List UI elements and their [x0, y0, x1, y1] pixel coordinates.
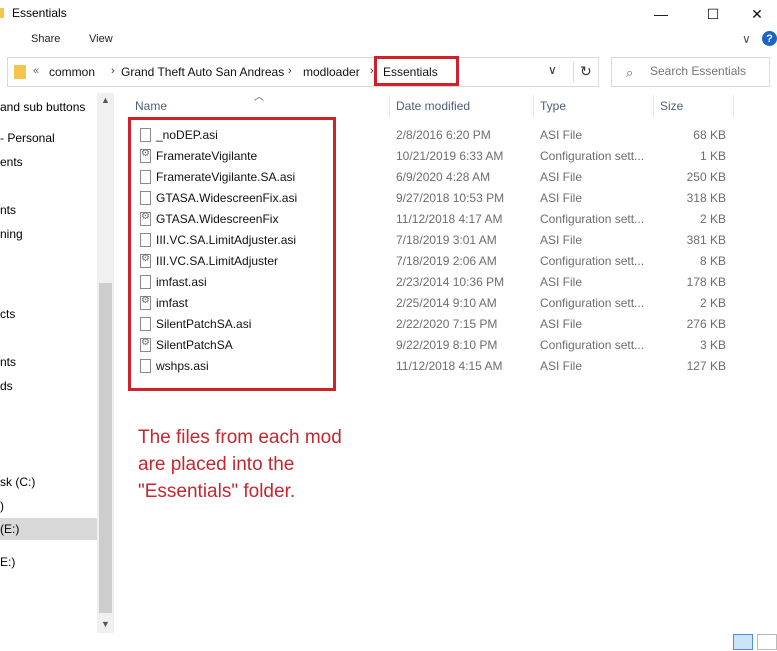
file-type: Configuration sett... [540, 254, 645, 268]
column-divider[interactable] [733, 95, 734, 117]
refresh-icon[interactable]: ↻ [580, 63, 592, 80]
file-type: ASI File [540, 317, 583, 331]
file-size: 250 KB [686, 170, 726, 184]
file-date: 2/22/2020 7:15 PM [396, 317, 498, 331]
nav-item[interactable]: nts [0, 199, 97, 221]
file-date: 11/12/2018 4:15 AM [396, 359, 503, 373]
breadcrumb-separator[interactable]: › [288, 65, 292, 77]
divider [573, 62, 574, 82]
file-type: Configuration sett... [540, 212, 645, 226]
file-type: ASI File [540, 233, 583, 247]
maximize-button[interactable]: ☐ [690, 0, 736, 28]
sort-ascending-icon: ︿ [254, 92, 264, 103]
file-size: 8 KB [699, 254, 726, 268]
annotation-line: "Essentials" folder. [138, 481, 296, 502]
highlight-box-breadcrumb [374, 56, 459, 86]
column-divider[interactable] [533, 95, 534, 117]
scroll-down-icon[interactable]: ▼ [101, 619, 110, 629]
nav-item[interactable]: and sub buttons [0, 96, 97, 118]
minimize-button[interactable]: — [638, 0, 684, 28]
nav-item[interactable]: ds [0, 375, 97, 397]
column-header-date[interactable]: Date modified [396, 99, 470, 113]
file-size: 3 KB [699, 338, 726, 352]
nav-item[interactable]: cts [0, 303, 97, 325]
file-date: 9/27/2018 10:53 PM [396, 191, 505, 205]
file-date: 9/22/2019 8:10 PM [396, 338, 498, 352]
chevron-down-icon[interactable]: ∨ [742, 32, 751, 46]
file-size: 381 KB [686, 233, 726, 247]
column-divider[interactable] [389, 95, 390, 117]
column-header-name[interactable]: Name [135, 99, 167, 113]
nav-item[interactable]: ) [0, 495, 97, 517]
file-date: 10/21/2019 6:33 AM [396, 149, 504, 163]
address-bar[interactable]: « common › Grand Theft Auto San Andreas … [7, 57, 599, 87]
file-size: 1 KB [699, 149, 726, 163]
search-icon: ⌕ [626, 65, 634, 80]
column-header-type[interactable]: Type [540, 99, 566, 113]
scroll-up-icon[interactable]: ▲ [101, 95, 110, 105]
tab-view[interactable]: View [89, 33, 113, 45]
nav-item[interactable]: ning [0, 223, 97, 245]
file-date: 6/9/2020 4:28 AM [396, 170, 491, 184]
file-type: Configuration sett... [540, 149, 645, 163]
view-switcher [733, 633, 777, 651]
breadcrumb-overflow[interactable]: « [33, 65, 39, 77]
file-date: 11/12/2018 4:17 AM [396, 212, 503, 226]
folder-icon [0, 8, 4, 18]
column-header-size[interactable]: Size [660, 99, 683, 113]
details-view-icon[interactable] [733, 634, 753, 650]
close-button[interactable]: ✕ [734, 0, 777, 28]
nav-item[interactable]: - Personal [0, 127, 97, 149]
file-date: 2/25/2014 9:10 AM [396, 296, 497, 310]
file-date: 7/18/2019 2:06 AM [396, 254, 497, 268]
file-type: ASI File [540, 128, 583, 142]
column-divider[interactable] [653, 95, 654, 117]
annotation-text: The files from each mod are placed into … [138, 424, 398, 505]
scrollbar-thumb[interactable] [99, 283, 112, 613]
nav-item[interactable]: ents [0, 151, 97, 173]
search-box[interactable]: ⌕ [611, 57, 770, 87]
file-type: Configuration sett... [540, 296, 645, 310]
breadcrumb-gtasa[interactable]: Grand Theft Auto San Andreas [121, 65, 284, 79]
folder-icon [14, 65, 26, 79]
nav-item[interactable]: E:) [0, 551, 97, 573]
chevron-down-icon[interactable]: ∨ [548, 63, 557, 77]
file-size: 2 KB [699, 212, 726, 226]
nav-item-drive-e[interactable]: (E:) [0, 518, 97, 540]
help-icon[interactable]: ? [762, 31, 777, 46]
annotation-line: The files from each mod [138, 427, 342, 448]
file-date: 7/18/2019 3:01 AM [396, 233, 497, 247]
tab-share[interactable]: Share [31, 33, 60, 45]
highlight-box-files [128, 117, 336, 391]
file-size: 68 KB [693, 128, 726, 142]
navigation-scrollbar[interactable]: ▲ ▼ [97, 93, 114, 633]
file-type: ASI File [540, 191, 583, 205]
file-date: 2/8/2016 6:20 PM [396, 128, 491, 142]
breadcrumb-common[interactable]: common [49, 65, 95, 79]
title-bar: Essentials — ☐ ✕ [0, 0, 777, 28]
navigation-pane: and sub buttons - Personal ents nts ning… [0, 93, 97, 633]
file-date: 2/23/2014 10:36 PM [396, 275, 505, 289]
ribbon-tabs: Share View ∨ [0, 28, 777, 52]
large-icons-view-icon[interactable] [757, 634, 777, 650]
file-size: 318 KB [686, 191, 726, 205]
search-input[interactable] [650, 64, 765, 78]
nav-item[interactable]: nts [0, 351, 97, 373]
file-type: Configuration sett... [540, 338, 645, 352]
window-title: Essentials [12, 6, 67, 20]
file-size: 178 KB [686, 275, 726, 289]
file-size: 127 KB [686, 359, 726, 373]
file-size: 2 KB [699, 296, 726, 310]
file-size: 276 KB [686, 317, 726, 331]
breadcrumb-modloader[interactable]: modloader [303, 65, 360, 79]
file-type: ASI File [540, 275, 583, 289]
annotation-line: are placed into the [138, 454, 295, 475]
breadcrumb-separator[interactable]: › [111, 65, 115, 77]
nav-item-drive-c[interactable]: sk (C:) [0, 471, 97, 493]
file-type: ASI File [540, 170, 583, 184]
file-type: ASI File [540, 359, 583, 373]
